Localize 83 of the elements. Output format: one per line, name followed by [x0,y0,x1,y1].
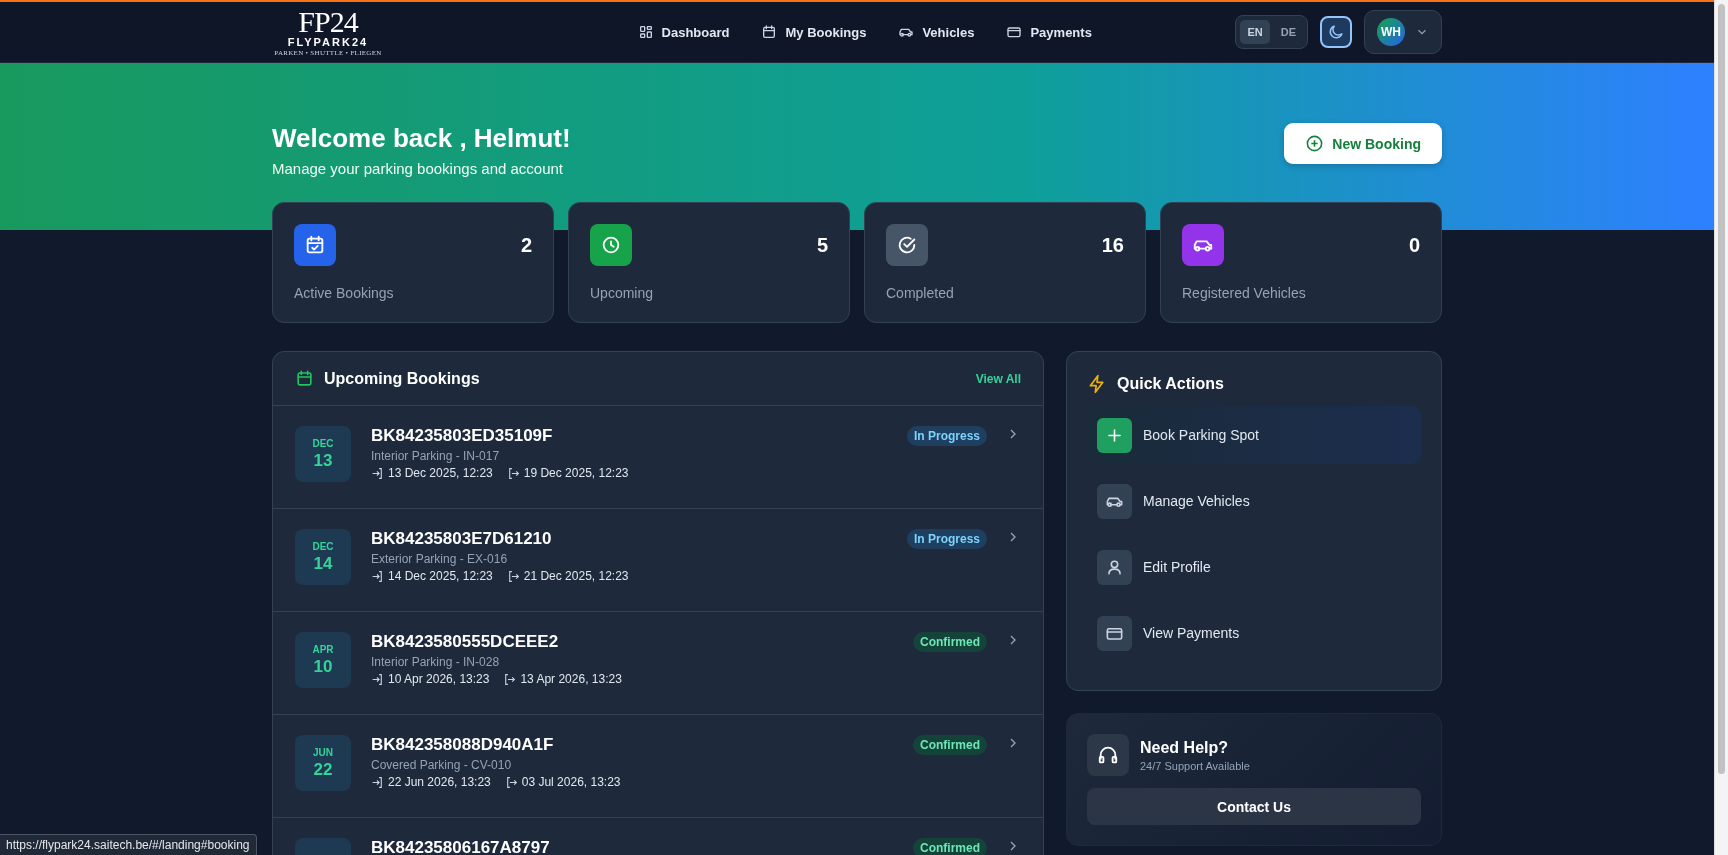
quick-action-item[interactable]: Edit Profile [1087,538,1421,596]
check-out-time: 13 Apr 2026, 13:23 [520,672,622,686]
new-booking-button[interactable]: New Booking [1284,123,1442,164]
lightning-icon [1087,374,1107,394]
check-out-time: 03 Jul 2026, 13:23 [521,775,621,789]
parking-location: Covered Parking - CV-010 [371,758,513,772]
stat-label: Upcoming [590,285,655,301]
parking-location: Interior Parking - IN-017 [371,449,501,463]
calendar-icon [761,24,778,40]
grid-icon [637,24,654,40]
stat-value: 16 [1101,233,1124,257]
stat-label: Active Bookings [294,285,395,301]
nav-link[interactable]: My Bookings [761,24,867,40]
booking-row[interactable]: APR 10 BK8423580555DCEEE2 Interior Parking - IN-028 10 Apr 2026, 13:23 13 Apr 2026, 13:23 Confirmed [273,612,1043,715]
status-badge: In Progress [906,426,987,446]
stat-value: 5 [816,233,828,257]
parking-location: Interior Parking - IN-028 [371,655,501,669]
link-url-tooltip: https://flypark24.saitech.be/#/landing#booking [0,834,257,855]
booking-id: BK842358088D940A1F [371,735,555,755]
booking-row[interactable]: JUN 22 BK842358088D940A1F Covered Parking - CV-010 22 Jun 2026, 13:23 03 Jul 2026, 13:23 Confirmed [273,715,1043,818]
date-badge: DEC 14 [295,529,351,585]
check-in-time: 14 Dec 2025, 12:23 [388,569,493,583]
check-in-time: 10 Apr 2026, 13:23 [388,672,490,686]
check-in-icon [371,466,384,480]
date-badge: DEC 13 [295,426,351,482]
moon-icon [1327,23,1345,41]
booking-id: BK8423580555DCEEE2 [371,632,560,652]
panel-title: Upcoming Bookings [324,369,480,388]
view-all-link[interactable]: View All [975,371,1021,386]
check-out-icon [503,672,517,686]
check-in-icon [371,775,384,789]
quick-action-item[interactable]: View Payments [1087,604,1421,662]
language-option[interactable]: EN [1240,20,1270,44]
help-subtitle: 24/7 Support Available [1140,759,1250,772]
check-out-time: 21 Dec 2025, 12:23 [523,569,629,583]
check-out-icon [506,569,520,583]
theme-toggle-button[interactable] [1320,16,1352,48]
status-badge: Confirmed [913,632,987,652]
language-option[interactable]: DE [1273,20,1303,44]
nav-link[interactable]: Vehicles [898,24,975,40]
stat-value: 2 [520,233,532,257]
status-badge: Confirmed [913,838,987,855]
booking-row[interactable]: DEC 13 BK84235803ED35109F Interior Parking - IN-017 13 Dec 2025, 12:23 19 Dec 2025, 12:23 In Progress [273,406,1043,509]
status-badge: Confirmed [913,735,987,755]
panel-title: Quick Actions [1117,375,1224,393]
check-circle-icon [896,234,918,256]
help-title: Need Help? [1140,738,1229,757]
headphones-icon [1097,744,1119,766]
check-out-icon [504,775,518,789]
welcome-subtitle: Manage your parking bookings and account [272,160,565,177]
parking-location: Exterior Parking - EX-016 [371,552,509,566]
booking-row[interactable]: DEC 14 BK84235803E7D61210 Exterior Parking - EX-016 14 Dec 2025, 12:23 21 Dec 2025, 12:23 In Progress [273,509,1043,612]
check-in-time: 13 Dec 2025, 12:23 [388,466,493,480]
check-in-icon [371,672,384,686]
check-out-time: 19 Dec 2025, 12:23 [523,466,629,480]
plus-circle-icon [1305,134,1325,153]
booking-id: BK84235803E7D61210 [371,529,553,549]
check-in-time: 22 Jun 2026, 13:23 [388,775,491,789]
credit-card-icon [1006,24,1023,40]
nav-link[interactable]: Payments [1006,24,1092,40]
booking-row[interactable]: BK84235806167A8797 Confirmed [273,818,1043,855]
user-menu[interactable]: WH [1364,10,1442,54]
calendar-icon [295,369,314,388]
clock-icon [600,234,622,256]
nav-link[interactable]: Dashboard [637,24,730,40]
booking-id: BK84235806167A8797 [371,838,551,855]
date-badge: APR 10 [295,632,351,688]
user-icon [1105,557,1124,577]
quick-action-item[interactable]: Book Parking Spot [1087,406,1421,464]
contact-us-button[interactable]: Contact Us [1087,788,1421,825]
scrollbar-thumb[interactable] [1718,4,1725,774]
check-in-icon [371,569,384,583]
date-badge: JUN 22 [295,735,351,791]
welcome-title: Welcome back , Helmut! [272,123,571,154]
stat-label: Registered Vehicles [1182,285,1307,301]
status-badge: In Progress [906,529,987,549]
booking-id: BK84235803ED35109F [371,426,554,446]
stat-value: 0 [1408,233,1420,257]
stat-label: Completed [886,285,955,301]
user-avatar: WH [1377,18,1405,46]
calendar-check-icon [304,234,326,256]
quick-action-item[interactable]: Manage Vehicles [1087,472,1421,530]
check-out-icon [506,466,520,480]
